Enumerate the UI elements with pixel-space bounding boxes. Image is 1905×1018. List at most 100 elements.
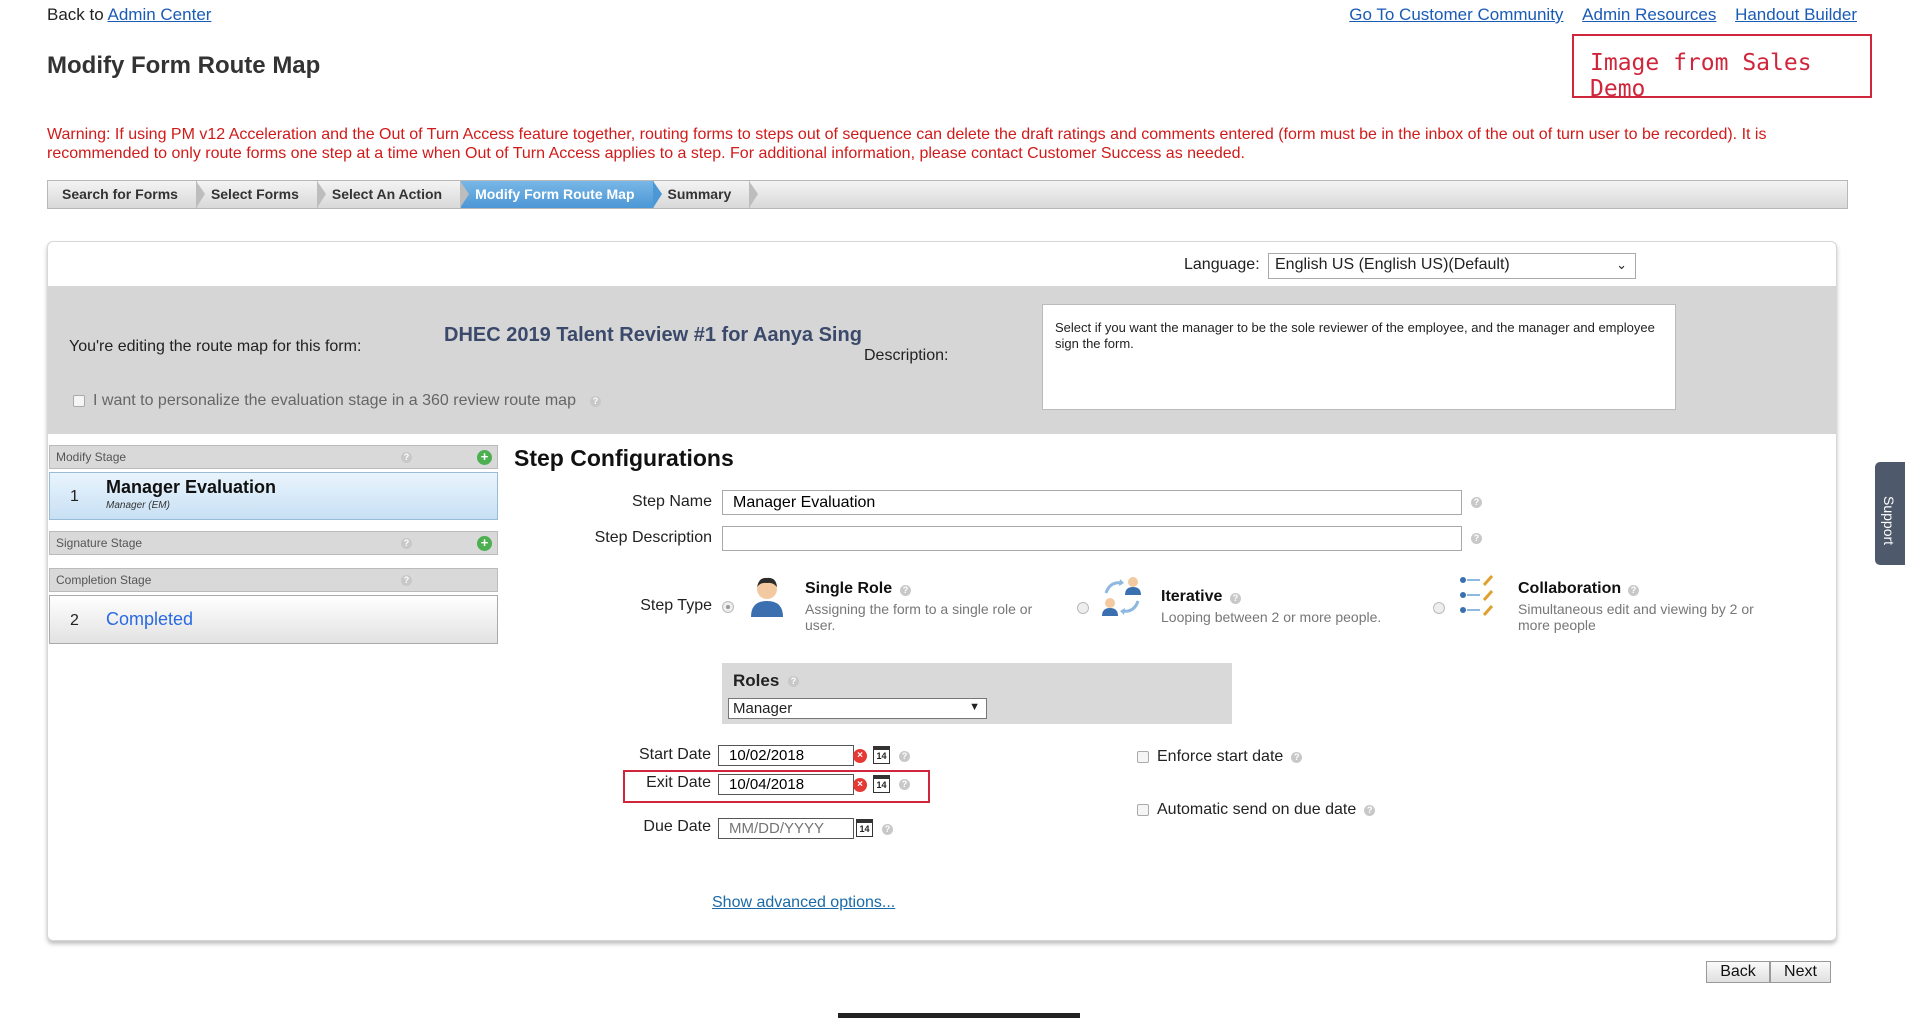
- clear-date-icon[interactable]: ×: [853, 749, 867, 763]
- exit-date-input[interactable]: [718, 774, 854, 795]
- help-icon[interactable]: ?: [1628, 585, 1639, 596]
- single-role-radio[interactable]: [722, 601, 734, 613]
- stage-step-manager-evaluation[interactable]: 1 Manager Evaluation Manager (EM): [49, 472, 498, 520]
- iterative-desc: Looping between 2 or more people.: [1161, 609, 1382, 625]
- start-date-label: Start Date: [638, 746, 711, 763]
- help-icon[interactable]: ?: [401, 538, 412, 549]
- help-icon[interactable]: ?: [899, 779, 910, 790]
- help-icon[interactable]: ?: [1471, 533, 1482, 544]
- signature-stage-header: Signature Stage ? +: [49, 531, 498, 555]
- wizard-step-modify-route-map[interactable]: Modify Form Route Map: [461, 181, 662, 208]
- step-title: Completed: [106, 609, 194, 629]
- step-description-input[interactable]: [722, 526, 1462, 551]
- personalize-360-option: I want to personalize the evaluation sta…: [73, 392, 601, 410]
- collaboration-desc: Simultaneous edit and viewing by 2 or mo…: [1518, 601, 1754, 633]
- roles-title: Roles: [733, 671, 780, 690]
- calendar-icon[interactable]: 14: [856, 819, 873, 837]
- admin-center-link[interactable]: Admin Center: [108, 5, 212, 24]
- step-role: Manager (EM): [106, 500, 170, 511]
- stage-step-completed[interactable]: 2 Completed: [49, 595, 498, 644]
- enforce-start-date-checkbox[interactable]: [1137, 751, 1149, 763]
- exit-date-label: Exit Date: [646, 774, 711, 791]
- auto-send-label: Automatic send on due date: [1157, 801, 1357, 818]
- top-links: Go To Customer Community Admin Resources…: [1335, 5, 1857, 25]
- step-title: Manager Evaluation: [106, 477, 277, 497]
- back-to-admin: Back to Admin Center: [47, 5, 211, 25]
- wizard-step-search-forms[interactable]: Search for Forms: [48, 181, 205, 208]
- help-icon[interactable]: ?: [900, 585, 911, 596]
- demo-annotation: Image from Sales Demo: [1572, 34, 1872, 102]
- iterative-people-icon: [1102, 577, 1141, 616]
- back-button[interactable]: Back: [1706, 961, 1770, 983]
- wizard-step-select-action[interactable]: Select An Action: [318, 181, 470, 208]
- help-icon[interactable]: ?: [788, 676, 799, 687]
- help-icon[interactable]: ?: [1230, 593, 1241, 604]
- description-box[interactable]: Select if you want the manager to be the…: [1042, 304, 1676, 410]
- iterative-title: Iterative: [1161, 588, 1223, 605]
- roles-value: Manager: [733, 700, 793, 717]
- enforce-start-date-label: Enforce start date: [1157, 748, 1284, 765]
- step-name-label: Step Name: [631, 493, 712, 510]
- description-label: Description:: [864, 347, 949, 364]
- modify-stage-label: Modify Stage: [56, 450, 127, 464]
- dropdown-arrow-icon: ▼: [969, 701, 980, 713]
- help-icon[interactable]: ?: [1364, 804, 1376, 816]
- help-icon[interactable]: ?: [401, 452, 412, 463]
- calendar-icon[interactable]: 14: [873, 746, 890, 764]
- wizard-step-summary[interactable]: Summary: [654, 181, 759, 208]
- add-step-icon[interactable]: +: [477, 536, 492, 551]
- back-prefix: Back to: [47, 5, 104, 24]
- admin-resources-link[interactable]: Admin Resources: [1582, 5, 1716, 24]
- step-description-label: Step Description: [594, 529, 712, 546]
- help-icon[interactable]: ?: [882, 824, 893, 835]
- collaboration-icon: [1460, 575, 1494, 616]
- collaboration-radio[interactable]: [1433, 602, 1445, 614]
- editing-label: You're editing the route map for this fo…: [69, 338, 362, 355]
- help-icon[interactable]: ?: [1471, 497, 1482, 508]
- support-label: Support: [1881, 496, 1897, 546]
- help-icon[interactable]: ?: [899, 751, 910, 762]
- add-step-icon[interactable]: +: [477, 450, 492, 465]
- form-name: DHEC 2019 Talent Review #1 for Aanya Sin…: [444, 324, 862, 346]
- warning-message: Warning: If using PM v12 Acceleration an…: [47, 126, 1767, 162]
- help-icon[interactable]: ?: [401, 575, 412, 586]
- bottom-bar: [838, 1013, 1080, 1018]
- iterative-radio[interactable]: [1077, 602, 1089, 614]
- step-config-title: Step Configurations: [514, 445, 734, 471]
- chevron-down-icon: ⌄: [1616, 257, 1627, 272]
- language-select[interactable]: English US (English US)(Default) ⌄: [1268, 253, 1636, 279]
- completion-stage-label: Completion Stage: [56, 573, 152, 587]
- language-value: English US (English US)(Default): [1275, 256, 1510, 273]
- single-role-person-icon: [751, 577, 783, 617]
- page-title: Modify Form Route Map: [47, 52, 321, 79]
- enforce-start-date-option: Enforce start date ?: [1137, 748, 1303, 766]
- modify-stage-header: Modify Stage ? +: [49, 445, 498, 469]
- due-date-input[interactable]: [718, 818, 854, 839]
- step-number: 2: [70, 612, 79, 629]
- wizard-steps: Search for Forms Select Forms Select An …: [47, 180, 1848, 209]
- customer-community-link[interactable]: Go To Customer Community: [1349, 5, 1563, 24]
- personalize-label: I want to personalize the evaluation sta…: [93, 392, 576, 409]
- due-date-label: Due Date: [643, 818, 711, 835]
- roles-select[interactable]: Manager ▼: [728, 698, 987, 719]
- calendar-icon[interactable]: 14: [873, 775, 890, 793]
- start-date-input[interactable]: [718, 745, 854, 766]
- language-label: Language:: [1184, 256, 1260, 273]
- clear-date-icon[interactable]: ×: [853, 778, 867, 792]
- single-role-title: Single Role: [805, 580, 893, 597]
- auto-send-option: Automatic send on due date ?: [1137, 801, 1376, 819]
- help-icon[interactable]: ?: [1291, 751, 1303, 763]
- support-tab[interactable]: Support: [1875, 462, 1905, 565]
- show-advanced-options-link[interactable]: Show advanced options...: [712, 894, 895, 912]
- step-type-label: Step Type: [640, 597, 712, 614]
- auto-send-checkbox[interactable]: [1137, 804, 1149, 816]
- help-icon[interactable]: ?: [589, 395, 601, 407]
- handout-builder-link[interactable]: Handout Builder: [1735, 5, 1857, 24]
- wizard-step-select-forms[interactable]: Select Forms: [197, 181, 326, 208]
- step-name-input[interactable]: [722, 490, 1462, 515]
- collaboration-title: Collaboration: [1518, 580, 1622, 597]
- personalize-checkbox[interactable]: [73, 395, 85, 407]
- completion-stage-header: Completion Stage ?: [49, 568, 498, 592]
- next-button[interactable]: Next: [1770, 961, 1831, 983]
- signature-stage-label: Signature Stage: [56, 536, 143, 550]
